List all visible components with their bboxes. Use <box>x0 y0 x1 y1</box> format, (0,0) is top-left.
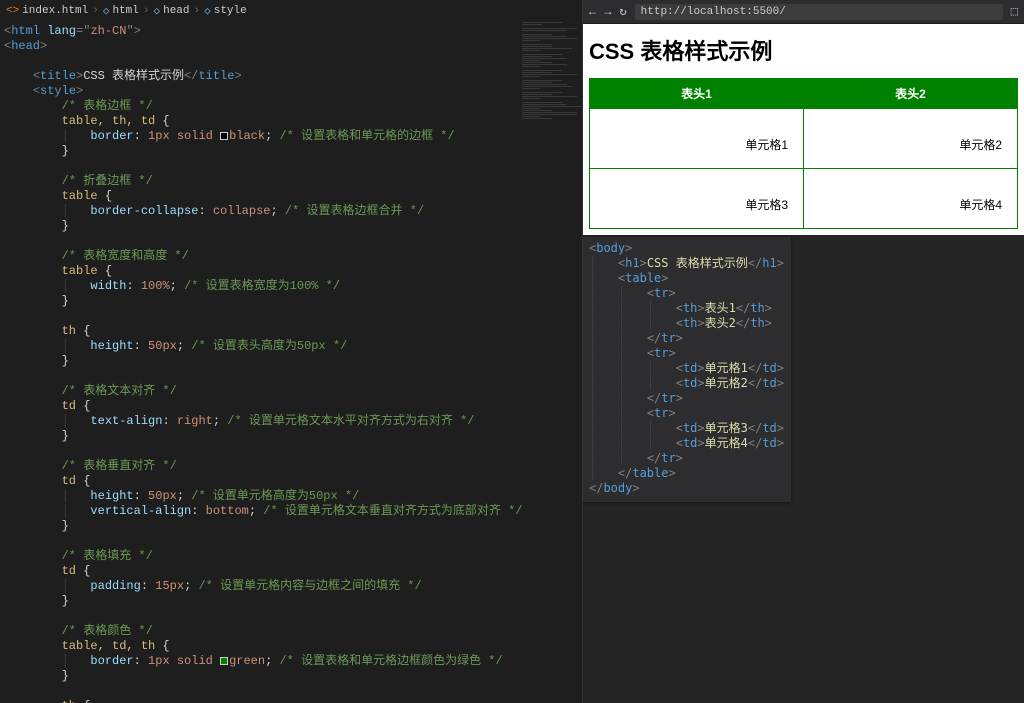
element-icon: ◇ <box>153 4 160 18</box>
breadcrumb-item[interactable]: head <box>163 5 189 17</box>
page-title: CSS 表格样式示例 <box>589 34 1018 66</box>
reload-button[interactable]: ↻ <box>619 4 626 19</box>
file-icon: <> <box>6 5 19 17</box>
rendered-page: CSS 表格样式示例 表头1 表头2 单元格1 单元格2 单元格3 单元格4 <box>583 24 1024 235</box>
table-header: 表头1 <box>590 79 804 109</box>
element-icon: ◇ <box>204 4 211 18</box>
back-button[interactable]: ← <box>589 5 596 19</box>
table-cell: 单元格2 <box>804 109 1018 169</box>
forward-button[interactable]: → <box>604 5 611 19</box>
preview-pane: ← → ↻ http://localhost:5500/ ⬚ CSS 表格样式示… <box>583 0 1024 703</box>
table-cell: 单元格4 <box>804 169 1018 229</box>
table-header: 表头2 <box>804 79 1018 109</box>
table-row: 表头1 表头2 <box>590 79 1018 109</box>
preview-table: 表头1 表头2 单元格1 单元格2 单元格3 单元格4 <box>589 78 1018 229</box>
table-cell: 单元格3 <box>590 169 804 229</box>
devtools-elements-panel[interactable]: <body> │ <h1>CSS 表格样式示例</h1> │ <table> │… <box>583 237 791 502</box>
table-row: 单元格1 单元格2 <box>590 109 1018 169</box>
url-input[interactable]: http://localhost:5500/ <box>635 4 1003 20</box>
code-editor[interactable]: <html lang="zh-CN"> <head> <title>CSS 表格… <box>0 22 582 703</box>
editor-pane: <> index.html › ◇ html › ◇ head › ◇ styl… <box>0 0 583 703</box>
browser-toolbar: ← → ↻ http://localhost:5500/ ⬚ <box>583 0 1024 24</box>
chevron-right-icon: › <box>143 5 150 17</box>
chevron-right-icon: › <box>92 5 99 17</box>
table-row: 单元格3 单元格4 <box>590 169 1018 229</box>
chevron-right-icon: › <box>194 5 201 17</box>
breadcrumb-file[interactable]: index.html <box>22 5 88 17</box>
breadcrumb-item[interactable]: html <box>112 5 138 17</box>
table-cell: 单元格1 <box>590 109 804 169</box>
element-icon: ◇ <box>103 4 110 18</box>
breadcrumb-item[interactable]: style <box>214 5 247 17</box>
breadcrumb[interactable]: <> index.html › ◇ html › ◇ head › ◇ styl… <box>0 0 582 22</box>
open-external-icon[interactable]: ⬚ <box>1011 4 1018 19</box>
